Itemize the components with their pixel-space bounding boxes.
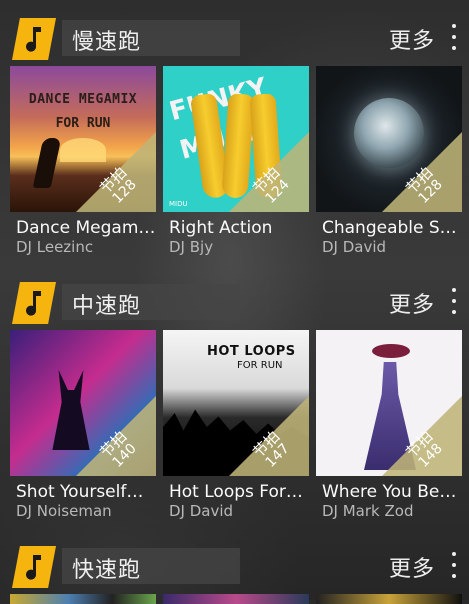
album-cover[interactable]: 节拍 128 — [316, 66, 462, 212]
section-header: 快速跑 更多 — [0, 546, 469, 596]
section-title: 中速跑 — [72, 294, 142, 319]
music-note-icon — [12, 282, 56, 324]
cover-text: MIDU — [169, 200, 188, 208]
track-artist: DJ Bjy — [169, 238, 214, 256]
more-button[interactable]: 更多 — [389, 287, 435, 319]
more-button[interactable]: 更多 — [389, 23, 435, 55]
cover-text: FOR RUN — [55, 116, 111, 131]
runner-silhouette — [32, 138, 62, 188]
overflow-menu-icon[interactable] — [451, 24, 457, 50]
track-title: Changeable S… — [322, 218, 457, 238]
album-cover[interactable]: HOT LOOPS FOR RUN 节拍 147 — [163, 330, 309, 476]
track-title: Right Action — [169, 218, 273, 238]
track-title: Hot Loops For… — [169, 482, 303, 502]
track-title: Dance Megam… — [16, 218, 156, 238]
album-cover[interactable] — [316, 594, 462, 604]
track-artist: DJ Mark Zod — [322, 502, 414, 520]
track-card[interactable]: HOT LOOPS FOR RUN 节拍 147 Hot Loops For… D… — [163, 330, 309, 520]
section-fast-run: 快速跑 更多 — [0, 546, 469, 604]
section-header: 中速跑 更多 — [0, 282, 469, 332]
cover-text: HOT LOOPS — [207, 344, 296, 359]
more-button[interactable]: 更多 — [389, 551, 435, 583]
section-medium-run: 中速跑 更多 节拍 140 Shot Yourself… DJ Noiseman … — [0, 282, 469, 520]
track-card[interactable]: 节拍 140 Shot Yourself… DJ Noiseman — [10, 330, 156, 520]
album-cover[interactable]: 节拍 148 — [316, 330, 462, 476]
track-title: Where You Be… — [322, 482, 457, 502]
track-row: 节拍 140 Shot Yourself… DJ Noiseman HOT LOO… — [10, 330, 462, 520]
track-title: Shot Yourself… — [16, 482, 144, 502]
track-card[interactable]: 节拍 128 Changeable S… DJ David — [316, 66, 462, 256]
track-artist: DJ Leezinc — [16, 238, 94, 256]
music-note-icon — [12, 546, 56, 588]
cover-text: FOR RUN — [237, 360, 283, 371]
track-row: DANCE MEGAMIX FOR RUN 节拍 128 Dance Megam…… — [10, 66, 462, 256]
track-card[interactable]: 节拍 148 Where You Be… DJ Mark Zod — [316, 330, 462, 520]
album-cover[interactable] — [10, 594, 156, 604]
hat-illustration — [372, 344, 410, 358]
track-artist: DJ Noiseman — [16, 502, 112, 520]
album-cover[interactable]: 节拍 140 — [10, 330, 156, 476]
cover-text: DANCE MEGAMIX — [28, 92, 138, 107]
album-cover[interactable]: DANCE MEGAMIX FOR RUN 节拍 128 — [10, 66, 156, 212]
overflow-menu-icon[interactable] — [451, 552, 457, 578]
album-cover[interactable] — [163, 594, 309, 604]
section-title: 快速跑 — [72, 558, 142, 583]
section-title: 慢速跑 — [72, 30, 142, 55]
section-slow-run: 慢速跑 更多 DANCE MEGAMIX FOR RUN 节拍 128 Dance… — [0, 18, 469, 256]
globe-image — [354, 98, 424, 168]
album-cover[interactable]: FUNKY MUSIC MIDU 节拍124 — [163, 66, 309, 212]
track-artist: DJ David — [322, 238, 387, 256]
track-card[interactable]: DANCE MEGAMIX FOR RUN 节拍 128 Dance Megam…… — [10, 66, 156, 256]
track-row — [10, 594, 469, 604]
music-note-icon — [12, 18, 56, 60]
overflow-menu-icon[interactable] — [451, 288, 457, 314]
deer-silhouette — [52, 370, 90, 450]
track-artist: DJ David — [169, 502, 234, 520]
track-card[interactable]: FUNKY MUSIC MIDU 节拍124 Right Action DJ B… — [163, 66, 309, 256]
section-header: 慢速跑 更多 — [0, 18, 469, 68]
